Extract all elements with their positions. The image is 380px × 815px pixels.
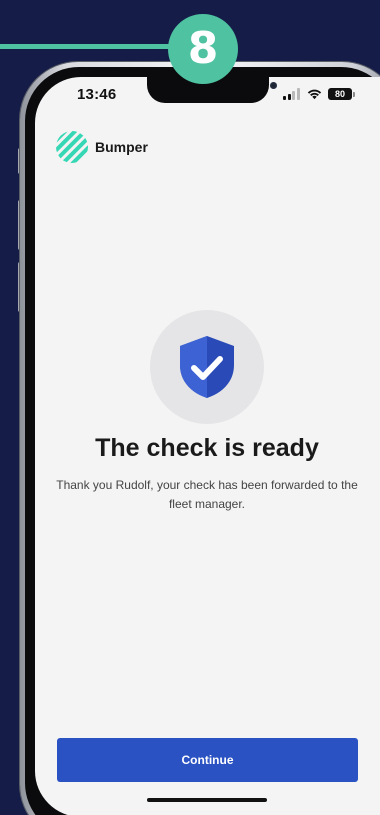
front-camera <box>270 82 277 89</box>
bumper-logo-icon <box>56 131 88 163</box>
step-connector-line <box>0 44 180 49</box>
screenshot-canvas: 8 13:46 80 Bumper The check is ready Tha… <box>0 0 380 815</box>
status-time: 13:46 <box>77 86 117 103</box>
shield-check-icon <box>180 336 234 398</box>
signal-icon <box>283 88 301 100</box>
battery-icon: 80 <box>328 88 352 100</box>
confirmation-message: Thank you Rudolf, your check has been fo… <box>56 478 358 511</box>
status-icons: 80 <box>283 86 355 102</box>
confirmation-title: The check is ready <box>95 434 319 462</box>
battery-tip <box>353 91 355 97</box>
home-indicator[interactable] <box>147 798 267 802</box>
brand-name: Bumper <box>95 139 148 155</box>
continue-button[interactable]: Continue <box>57 738 358 782</box>
brand-header: Bumper <box>56 131 148 163</box>
step-number-badge: 8 <box>168 14 238 84</box>
confirmation-icon-circle <box>150 310 264 424</box>
wifi-icon <box>307 89 322 100</box>
phone-screen: 13:46 80 Bumper The check is ready Thank… <box>35 77 380 815</box>
